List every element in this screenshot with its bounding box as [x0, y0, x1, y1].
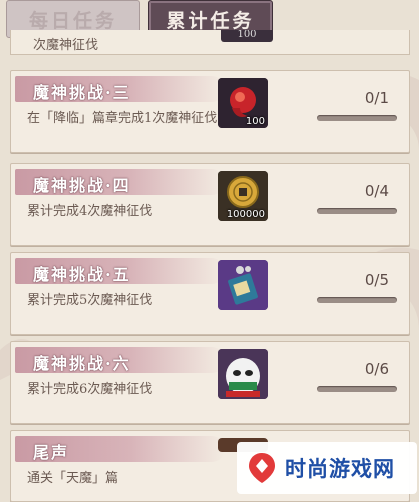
task-description: 累计完成6次魔神征伐 [27, 382, 153, 397]
task-description: 次魔神征伐 [33, 38, 99, 53]
reward-item[interactable] [218, 349, 268, 399]
task-card: 魔神挑战·四 累计完成4次魔神征伐 100000 0/4 [10, 163, 410, 246]
progress-count: 0/1 [364, 89, 389, 107]
progress-bar [317, 297, 397, 303]
location-pin-logo-icon [249, 453, 275, 483]
progress-count: 0/4 [364, 182, 389, 200]
reward-quantity: 100 [237, 30, 257, 40]
task-title: 尾声 [33, 443, 70, 462]
daruma-material-icon [218, 349, 268, 399]
task-description: 累计完成5次魔神征伐 [27, 293, 153, 308]
progress-bar [317, 208, 397, 214]
task-title: 魔神挑战·四 [33, 176, 131, 195]
task-description: 通关「天魔」篇 [27, 471, 119, 486]
task-card: 魔神挑战·五 累计完成5次魔神征伐 0/5 [10, 252, 410, 335]
task-card-partial: 次魔神征伐 100 [10, 30, 410, 55]
task-title: 魔神挑战·三 [33, 83, 131, 102]
site-watermark: 时尚游戏网 [237, 442, 417, 494]
task-description: 在「降临」篇章完成1次魔神征伐 [27, 111, 218, 126]
watermark-text: 时尚游戏网 [285, 457, 395, 481]
amulet-ticket-icon [218, 260, 268, 310]
task-card: 魔神挑战·三 在「降临」篇章完成1次魔神征伐 100 0/1 [10, 70, 410, 153]
reward-quantity: 100000 [226, 209, 265, 220]
task-title: 魔神挑战·五 [33, 265, 131, 284]
reward-item[interactable]: 100000 [218, 171, 268, 221]
reward-quantity: 100 [245, 116, 265, 127]
reward-item[interactable]: 100 [218, 78, 268, 128]
task-description: 累计完成4次魔神征伐 [27, 204, 153, 219]
task-card: 魔神挑战·六 累计完成6次魔神征伐 0/6 [10, 341, 410, 424]
task-title: 魔神挑战·六 [33, 354, 131, 373]
progress-count: 0/6 [364, 360, 389, 378]
progress-count: 0/5 [364, 271, 389, 289]
progress-bar [317, 386, 397, 392]
progress-bar [317, 115, 397, 121]
reward-item[interactable]: 100 [221, 30, 273, 42]
reward-item[interactable] [218, 260, 268, 310]
